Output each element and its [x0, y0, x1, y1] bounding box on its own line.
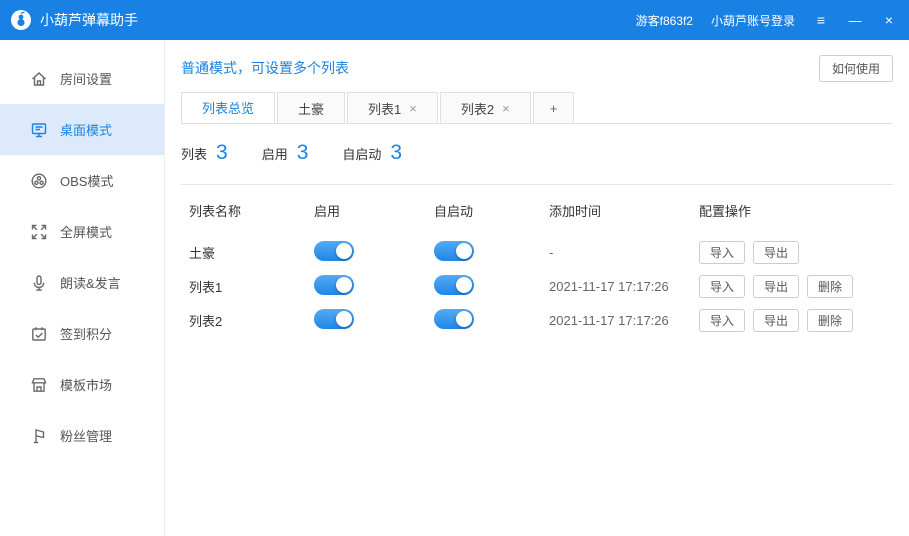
sidebar-item-fans-management[interactable]: 粉丝管理	[0, 410, 164, 461]
fullscreen-icon	[30, 223, 48, 241]
tab-label: 列表总览	[202, 98, 254, 117]
table-row: 土豪 - 导入 导出	[181, 235, 893, 269]
checkin-calendar-icon	[30, 325, 48, 343]
minimize-button[interactable]: —	[847, 14, 863, 27]
column-header: 列表名称	[189, 201, 314, 220]
stat-label: 列表	[181, 144, 207, 163]
app-title: 小葫芦弹幕助手	[40, 10, 138, 30]
list-name: 列表2	[189, 311, 314, 330]
table-row: 列表1 2021-11-17 17:17:26 导入 导出 删除	[181, 269, 893, 303]
sidebar-item-label: 模板市场	[60, 375, 112, 394]
microphone-icon	[30, 274, 48, 292]
main-content: 普通模式，可设置多个列表 如何使用 列表总览 土豪 列表1 × 列表2 ×	[165, 40, 909, 536]
sidebar-item-label: 签到积分	[60, 324, 112, 343]
sidebar-item-label: 全屏模式	[60, 222, 112, 241]
export-button[interactable]: 导出	[753, 241, 799, 264]
tab-list-overview[interactable]: 列表总览	[181, 92, 275, 123]
close-icon[interactable]: ×	[409, 101, 417, 116]
import-button[interactable]: 导入	[699, 275, 745, 298]
added-time: 2021-11-17 17:17:26	[549, 313, 699, 328]
stat-value: 3	[216, 141, 228, 165]
import-button[interactable]: 导入	[699, 309, 745, 332]
delete-button[interactable]: 删除	[807, 275, 853, 298]
sidebar-item-label: 朗读&发言	[60, 273, 121, 292]
desktop-icon	[30, 121, 48, 139]
enabled-toggle[interactable]	[314, 309, 354, 329]
app-logo-icon	[10, 9, 32, 31]
column-header: 启用	[314, 201, 434, 220]
menu-icon[interactable]: ≡	[813, 13, 829, 27]
sidebar-item-label: 房间设置	[60, 69, 112, 88]
market-icon	[30, 376, 48, 394]
stat-autostart-count: 自启动 3	[342, 141, 402, 165]
sidebar-item-label: 粉丝管理	[60, 426, 112, 445]
obs-icon	[30, 172, 48, 190]
enabled-toggle[interactable]	[314, 275, 354, 295]
stat-value: 3	[390, 141, 402, 165]
tab-bar: 列表总览 土豪 列表1 × 列表2 × +	[181, 92, 893, 124]
app-body: 房间设置 桌面模式 OBS模式 全屏模式	[0, 40, 909, 536]
delete-button[interactable]: 删除	[807, 309, 853, 332]
page-title: 普通模式，可设置多个列表	[181, 58, 349, 78]
import-button[interactable]: 导入	[699, 241, 745, 264]
list-name: 土豪	[189, 243, 314, 262]
column-header: 配置操作	[699, 201, 893, 220]
tab-label: 列表2	[461, 99, 494, 118]
home-icon	[30, 70, 48, 88]
tab-label: 土豪	[298, 99, 324, 118]
fans-icon	[30, 427, 48, 445]
tab-list2[interactable]: 列表2 ×	[440, 92, 531, 123]
stat-value: 3	[297, 141, 309, 165]
sidebar-item-read-speak[interactable]: 朗读&发言	[0, 257, 164, 308]
autostart-toggle[interactable]	[434, 275, 474, 295]
sidebar-item-template-market[interactable]: 模板市场	[0, 359, 164, 410]
close-icon[interactable]: ×	[502, 101, 510, 116]
sidebar-item-label: OBS模式	[60, 171, 113, 190]
sidebar: 房间设置 桌面模式 OBS模式 全屏模式	[0, 40, 165, 536]
titlebar: 小葫芦弹幕助手 游客f863f2 小葫芦账号登录 ≡ — ×	[0, 0, 909, 40]
added-time: 2021-11-17 17:17:26	[549, 279, 699, 294]
stats-row: 列表 3 启用 3 自启动 3	[181, 138, 893, 168]
sidebar-item-desktop-mode[interactable]: 桌面模式	[0, 104, 164, 155]
table-row: 列表2 2021-11-17 17:17:26 导入 导出 删除	[181, 303, 893, 337]
added-time: -	[549, 245, 699, 260]
enabled-toggle[interactable]	[314, 241, 354, 261]
sidebar-item-label: 桌面模式	[60, 120, 112, 139]
list-name: 列表1	[189, 277, 314, 296]
stat-list-count: 列表 3	[181, 141, 228, 165]
plus-icon: +	[550, 101, 558, 116]
column-header: 自启动	[434, 201, 549, 220]
stat-enabled-count: 启用 3	[262, 141, 309, 165]
tab-label: 列表1	[368, 99, 401, 118]
how-to-use-button[interactable]: 如何使用	[819, 55, 893, 82]
add-tab-button[interactable]: +	[533, 92, 575, 123]
main-header: 普通模式，可设置多个列表 如何使用	[181, 56, 893, 80]
sidebar-item-fullscreen-mode[interactable]: 全屏模式	[0, 206, 164, 257]
tab-tuhao[interactable]: 土豪	[277, 92, 345, 123]
app-window: 小葫芦弹幕助手 游客f863f2 小葫芦账号登录 ≡ — × 房间设置 桌面模式	[0, 0, 909, 536]
sidebar-item-obs-mode[interactable]: OBS模式	[0, 155, 164, 206]
table-header: 列表名称 启用 自启动 添加时间 配置操作	[181, 185, 893, 235]
stat-label: 自启动	[342, 144, 381, 163]
login-link[interactable]: 小葫芦账号登录	[711, 12, 795, 29]
export-button[interactable]: 导出	[753, 309, 799, 332]
titlebar-right: 游客f863f2 小葫芦账号登录 ≡ — ×	[636, 12, 897, 29]
sidebar-item-room-settings[interactable]: 房间设置	[0, 53, 164, 104]
autostart-toggle[interactable]	[434, 241, 474, 261]
titlebar-left: 小葫芦弹幕助手	[10, 9, 138, 31]
sidebar-item-checkin-points[interactable]: 签到积分	[0, 308, 164, 359]
autostart-toggle[interactable]	[434, 309, 474, 329]
guest-user-label: 游客f863f2	[636, 12, 693, 29]
export-button[interactable]: 导出	[753, 275, 799, 298]
stat-label: 启用	[262, 144, 288, 163]
tab-list1[interactable]: 列表1 ×	[347, 92, 438, 123]
column-header: 添加时间	[549, 201, 699, 220]
close-button[interactable]: ×	[881, 13, 897, 27]
